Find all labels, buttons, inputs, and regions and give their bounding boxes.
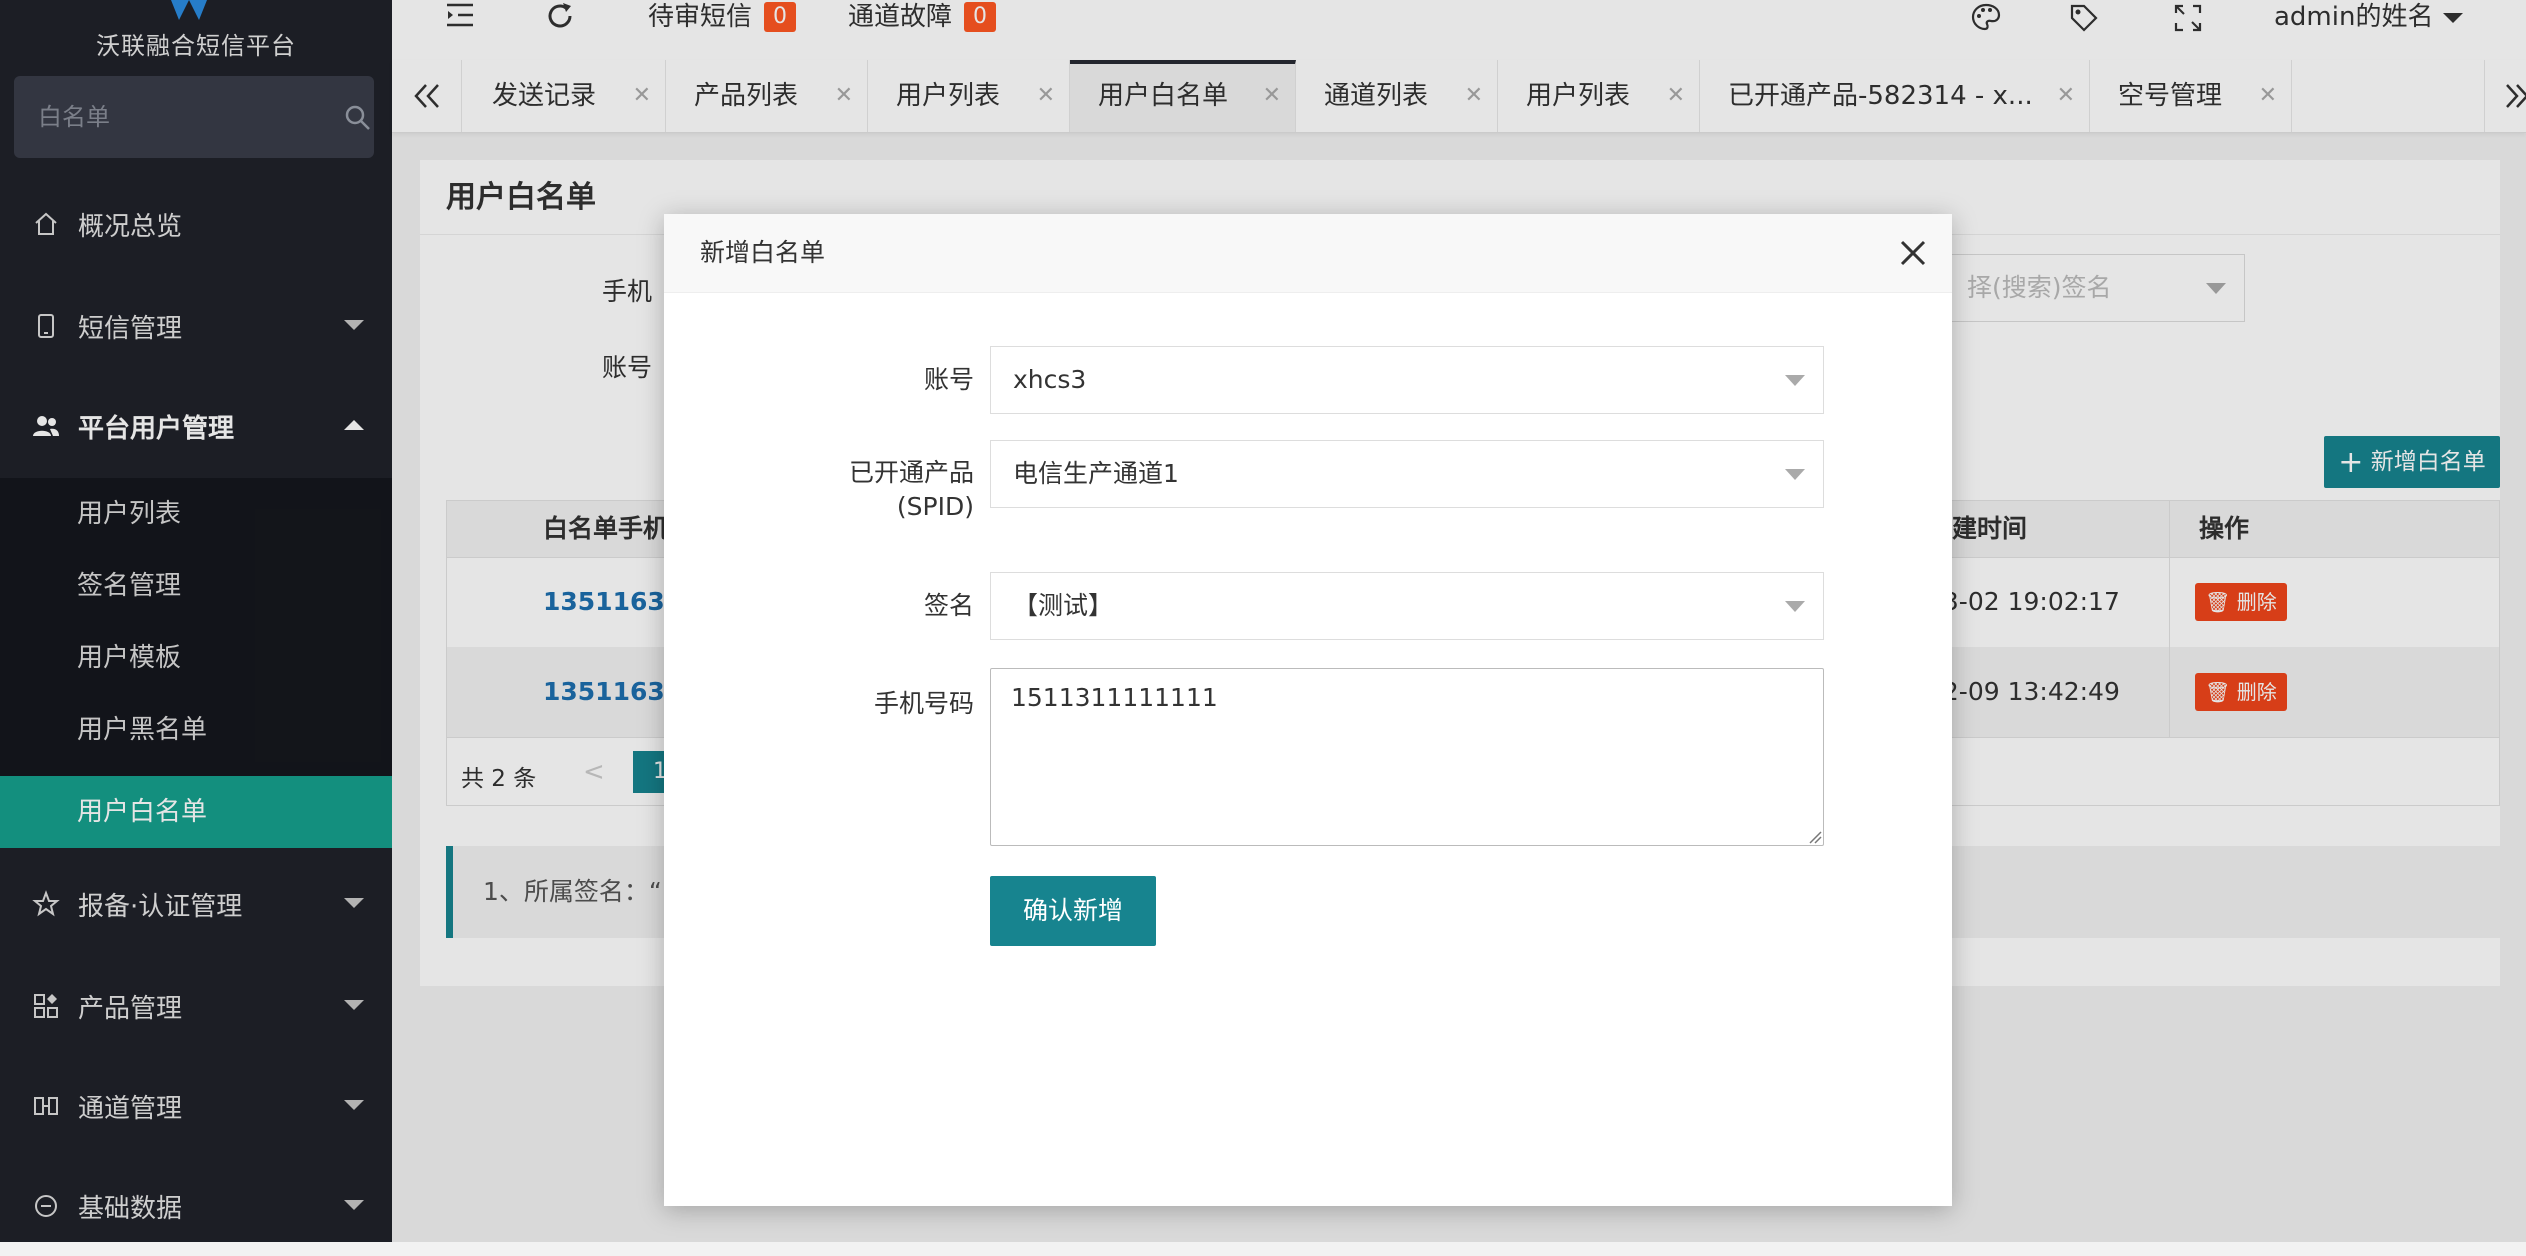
confirm-add-button[interactable]: 确认新增 [990,876,1156,946]
product-label: 已开通产品 (SPID) [764,456,974,524]
dialog-title: 新增白名单 [700,238,826,267]
chevron-down-icon [1785,375,1805,386]
add-whitelist-dialog: 新增白名单 账号 xhcs3 已开通产品 (SPID) 电信生产通道1 签名 【… [664,214,1952,1206]
product-label-line2: (SPID) [896,492,974,521]
sign-label: 签名 [923,591,974,620]
chevron-down-icon [1785,469,1805,480]
product-value: 电信生产通道1 [1013,459,1179,488]
product-label-line1: 已开通产品 [848,458,974,487]
account-label: 账号 [923,365,974,394]
close-icon[interactable] [1898,238,1928,268]
phone-textarea[interactable]: 1511311111111 [990,668,1824,846]
account-value: xhcs3 [1013,365,1087,394]
account-select[interactable]: xhcs3 [990,346,1824,414]
dialog-header: 新增白名单 [664,214,1952,293]
sign-select[interactable]: 【测试】 [990,572,1824,640]
chevron-down-icon [1785,601,1805,612]
product-select[interactable]: 电信生产通道1 [990,440,1824,508]
resize-handle-icon[interactable] [1808,830,1822,844]
phone-label: 手机号码 [873,689,974,718]
sign-value: 【测试】 [1013,591,1114,620]
